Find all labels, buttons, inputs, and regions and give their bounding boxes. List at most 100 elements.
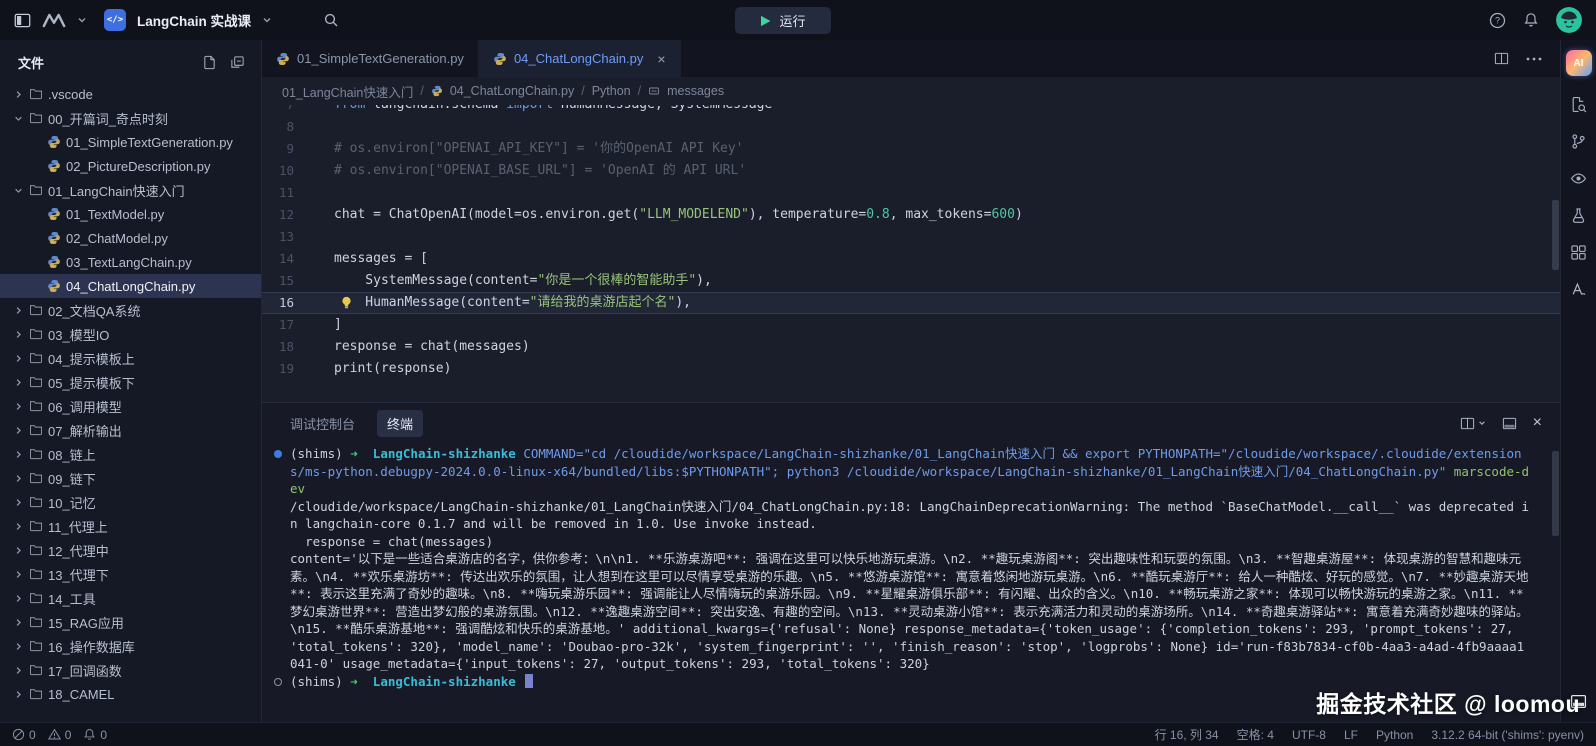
tree-item[interactable]: 12_代理中: [0, 538, 261, 562]
tree-item[interactable]: 04_提示模板上: [0, 346, 261, 370]
file-search-icon[interactable]: [1570, 96, 1587, 113]
problems-warnings[interactable]: 0: [48, 728, 72, 742]
search-icon[interactable]: [323, 12, 339, 28]
editor-scrollbar[interactable]: [1552, 200, 1559, 270]
tab-01-simpletextgeneration[interactable]: 01_SimpleTextGeneration.py: [262, 40, 479, 77]
tree-item[interactable]: 11_代理上: [0, 514, 261, 538]
line-number: 19: [262, 358, 314, 380]
tree-item[interactable]: 01_SimpleTextGeneration.py: [0, 130, 261, 154]
python-file-icon: [47, 231, 61, 245]
test-flask-icon[interactable]: [1570, 207, 1587, 224]
cursor-position[interactable]: 行 16, 列 34: [1155, 726, 1219, 743]
breadcrumb-language[interactable]: Python: [592, 84, 631, 98]
tree-item[interactable]: 02_ChatModel.py: [0, 226, 261, 250]
code-line[interactable]: 13: [262, 226, 1560, 248]
breadcrumb-symbol[interactable]: messages: [667, 84, 724, 98]
code-line[interactable]: 16 HumanMessage(content="请给我的桌游店起个名"),: [262, 292, 1560, 314]
source-control-icon[interactable]: [1570, 133, 1587, 150]
code-line[interactable]: 10# os.environ["OPENAI_BASE_URL"] = 'Ope…: [262, 160, 1560, 182]
tree-item[interactable]: 00_开篇词_奇点时刻: [0, 106, 261, 130]
app-logo[interactable]: [42, 13, 66, 28]
tree-item-label: 13_代理下: [48, 565, 109, 584]
tab-04-chatlongchain[interactable]: 04_ChatLongChain.py ×: [479, 40, 681, 77]
tab-terminal[interactable]: 终端: [377, 410, 423, 437]
code-line[interactable]: 8: [262, 116, 1560, 138]
split-editor-icon[interactable]: [1494, 51, 1509, 66]
close-tab-icon[interactable]: ×: [657, 52, 665, 66]
preview-eye-icon[interactable]: [1570, 170, 1587, 187]
code-line[interactable]: 19print(response): [262, 358, 1560, 380]
tree-item[interactable]: 10_记忆: [0, 490, 261, 514]
language-mode[interactable]: Python: [1376, 728, 1413, 742]
folder-icon: [29, 447, 43, 461]
prompt-decoration-icon: [274, 678, 282, 686]
tree-item[interactable]: 13_代理下: [0, 562, 261, 586]
ai-assistant-icon[interactable]: AI: [1566, 50, 1592, 76]
code-text: HumanMessage(content="请给我的桌游店起个名"),: [314, 292, 691, 314]
breadcrumb-file[interactable]: 04_ChatLongChain.py: [450, 84, 574, 98]
tree-item[interactable]: 03_模型IO: [0, 322, 261, 346]
notifications-bell-icon[interactable]: [1523, 12, 1539, 28]
terminal-scrollbar[interactable]: [1552, 451, 1559, 536]
more-actions-icon[interactable]: [1526, 57, 1542, 61]
indent-setting[interactable]: 空格: 4: [1237, 726, 1274, 743]
run-button[interactable]: 运行: [735, 7, 831, 34]
close-panel-icon[interactable]: ×: [1533, 415, 1542, 431]
new-file-icon[interactable]: [202, 55, 217, 70]
tree-item[interactable]: 04_ChatLongChain.py: [0, 274, 261, 298]
code-line[interactable]: 11: [262, 182, 1560, 204]
code-line[interactable]: 7from langchain.schema import HumanMessa…: [262, 105, 1560, 116]
tree-item[interactable]: 09_链下: [0, 466, 261, 490]
breadcrumb-folder[interactable]: 01_LangChain快速入门: [282, 82, 413, 101]
tree-item[interactable]: 01_TextModel.py: [0, 202, 261, 226]
notifications-count[interactable]: 0: [83, 728, 107, 742]
tab-debug-console[interactable]: 调试控制台: [280, 410, 365, 437]
tree-item[interactable]: 06_调用模型: [0, 394, 261, 418]
tree-item[interactable]: .vscode: [0, 82, 261, 106]
code-line[interactable]: 18response = chat(messages): [262, 336, 1560, 358]
split-terminal-icon[interactable]: [1460, 416, 1486, 431]
chevron-down-icon[interactable]: [262, 15, 272, 25]
lightbulb-icon[interactable]: [340, 296, 353, 309]
avatar[interactable]: [1556, 7, 1582, 33]
python-interpreter[interactable]: 3.12.2 64-bit ('shims': pyenv): [1431, 728, 1584, 742]
code-line[interactable]: 14messages = [: [262, 248, 1560, 270]
chevron-down-icon[interactable]: [77, 15, 87, 25]
bottom-panel: 调试控制台 终端 × (shims) ➜ LangChain-shizhanke…: [262, 402, 1560, 722]
tree-item[interactable]: 18_CAMEL: [0, 682, 261, 706]
code-line[interactable]: 9# os.environ["OPENAI_API_KEY"] = '你的Ope…: [262, 138, 1560, 160]
code-line[interactable]: 17]: [262, 314, 1560, 336]
tree-item-label: .vscode: [48, 87, 93, 102]
panel-layout-icon[interactable]: [1502, 416, 1517, 431]
collapse-folders-icon[interactable]: [230, 55, 245, 70]
tree-item[interactable]: 14_工具: [0, 586, 261, 610]
tree-item[interactable]: 01_LangChain快速入门: [0, 178, 261, 202]
tree-item[interactable]: 17_回调函数: [0, 658, 261, 682]
tree-item[interactable]: 08_链上: [0, 442, 261, 466]
python-file-icon: [47, 159, 61, 173]
chevron-right-icon: [12, 594, 24, 603]
project-name[interactable]: LangChain 实战课: [137, 10, 251, 30]
tree-item[interactable]: 02_文档QA系统: [0, 298, 261, 322]
chevron-right-icon: [12, 498, 24, 507]
chevron-down-icon: [12, 114, 24, 123]
typography-icon[interactable]: [1570, 281, 1587, 298]
tree-item[interactable]: 16_操作数据库: [0, 634, 261, 658]
tree-item[interactable]: 03_TextLangChain.py: [0, 250, 261, 274]
code-line[interactable]: 12chat = ChatOpenAI(model=os.environ.get…: [262, 204, 1560, 226]
command-decoration-icon: [274, 450, 282, 458]
extensions-grid-icon[interactable]: [1570, 244, 1587, 261]
tree-item[interactable]: 07_解析输出: [0, 418, 261, 442]
code-line[interactable]: 15 SystemMessage(content="你是一个很棒的智能助手"),: [262, 270, 1560, 292]
terminal-output[interactable]: (shims) ➜ LangChain-shizhanke COMMAND="c…: [262, 443, 1560, 722]
tree-item[interactable]: 15_RAG应用: [0, 610, 261, 634]
tree-item[interactable]: 02_PictureDescription.py: [0, 154, 261, 178]
sidebar-toggle-icon[interactable]: [14, 12, 31, 29]
tree-item[interactable]: 05_提示模板下: [0, 370, 261, 394]
encoding[interactable]: UTF-8: [1292, 728, 1326, 742]
code-editor[interactable]: 7from langchain.schema import HumanMessa…: [262, 105, 1560, 402]
tree-item-label: 10_记忆: [48, 493, 96, 512]
problems-errors[interactable]: 0: [12, 728, 36, 742]
help-icon[interactable]: ?: [1489, 12, 1506, 29]
eol-setting[interactable]: LF: [1344, 728, 1358, 742]
